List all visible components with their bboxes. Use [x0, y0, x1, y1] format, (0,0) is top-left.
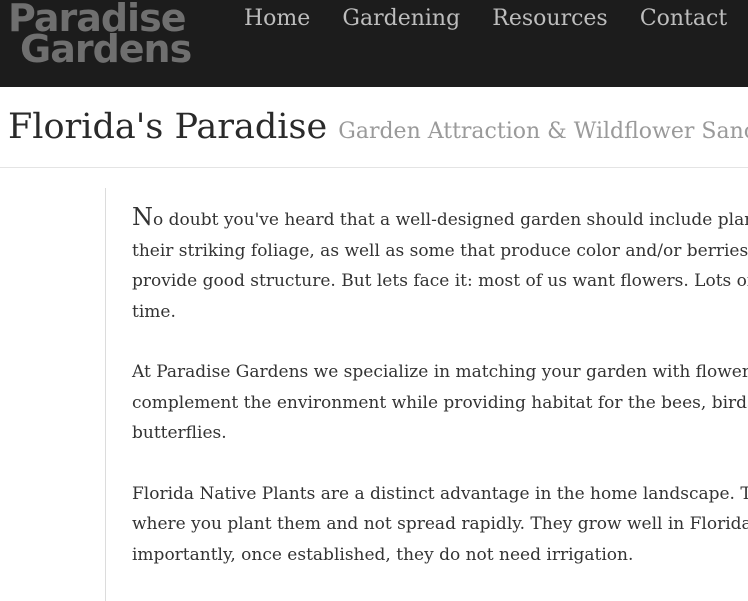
main-nav: Home Gardening Resources Contact	[244, 3, 748, 35]
page-title: Florida's Paradise	[8, 107, 328, 147]
native-plants-paragraph: Florida Native Plants are a distinct adv…	[132, 479, 748, 571]
site-title: Florida's Paradise Garden Attraction & W…	[8, 107, 748, 147]
paragraph-line: butterflies.	[132, 423, 227, 443]
logo-line-2: Gardens	[20, 27, 192, 71]
nav-home-link[interactable]: Home	[244, 3, 310, 35]
content-divider	[105, 188, 106, 601]
nav-contact-link[interactable]: Contact	[640, 3, 727, 35]
main-content: No doubt you've heard that a well-design…	[132, 202, 748, 600]
page-subtitle: Garden Attraction & Wildflower Sanctu	[338, 119, 748, 144]
paragraph-line: provide good structure. But lets face it…	[132, 271, 748, 291]
paragraph-line: where you plant them and not spread rapi…	[132, 514, 748, 534]
nav-gardening-link[interactable]: Gardening	[342, 3, 460, 35]
nav-resources-link[interactable]: Resources	[492, 3, 607, 35]
intro-paragraph: No doubt you've heard that a well-design…	[132, 202, 748, 327]
paragraph-line: their striking foliage, as well as some …	[132, 240, 748, 261]
paragraph-line: complement the environment while providi…	[132, 392, 748, 413]
drop-cap: N	[132, 203, 153, 231]
paragraph-line: At Paradise Gardens we specialize in mat…	[132, 362, 748, 382]
paragraph-line: Florida Native Plants are a distinct adv…	[132, 483, 748, 504]
site-logo[interactable]: Paradise Gardens	[8, 0, 218, 71]
specialty-paragraph: At Paradise Gardens we specialize in mat…	[132, 357, 748, 449]
site-header: Florida's Paradise Garden Attraction & W…	[0, 87, 748, 168]
top-navigation-bar: Paradise Gardens Home Gardening Resource…	[0, 0, 748, 87]
paragraph-line-text: o doubt you've heard that a well-designe…	[153, 210, 748, 230]
page: Paradise Gardens Home Gardening Resource…	[0, 0, 748, 601]
paragraph-line: importantly, once established, they do n…	[132, 544, 634, 565]
paragraph-line: No doubt you've heard that a well-design…	[132, 202, 748, 236]
paragraph-line: time.	[132, 301, 176, 322]
